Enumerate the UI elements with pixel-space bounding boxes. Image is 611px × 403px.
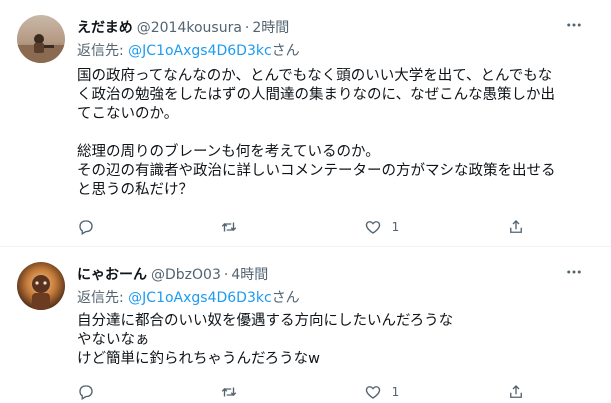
text-line: 国の政府ってなんなのか、とんでもなく頭のいい大学を出て、とんでもな: [77, 68, 553, 84]
share-icon: [510, 385, 522, 398]
tweet-2[interactable]: にゃおーん @DbzO03 · 4時間 返信先: @JC1oAxgs4D6D3k…: [0, 247, 611, 403]
handle[interactable]: @2014kousura: [137, 20, 242, 36]
reply-context: 返信先: @JC1oAxgs4D6D3kcさん: [77, 40, 300, 60]
text-line: やないなぁ: [77, 332, 150, 348]
tweet-1[interactable]: えだまめ @2014kousura · 2時間 返信先: @JC1oAxgs4D…: [0, 0, 611, 242]
reply-suffix: さん: [271, 43, 300, 59]
like-button[interactable]: 1: [364, 383, 404, 401]
timestamp[interactable]: 2時間: [252, 17, 289, 37]
text-line: てこないのか。: [77, 106, 179, 122]
like-icon: [365, 221, 380, 234]
tweet-actions: 1: [77, 383, 547, 401]
tweet-actions: 1: [77, 218, 547, 236]
text-line: 総理の周りのブレーンも何を考えているのか。: [77, 144, 380, 160]
reply-icon: [79, 385, 93, 400]
avatar[interactable]: [17, 262, 65, 310]
text-line: その辺の有識者や政治に詳しいコメンテーターの方がマシな政策を出せる: [77, 163, 556, 179]
tweet-text: 国の政府ってなんなのか、とんでもなく頭のいい大学を出て、とんでもな く政治の勉強…: [77, 67, 582, 200]
like-count: 1: [391, 385, 400, 399]
retweet-icon: [222, 222, 237, 232]
tweet-header: にゃおーん @DbzO03 · 4時間: [77, 264, 268, 284]
share-button[interactable]: [507, 383, 547, 401]
reply-suffix: さん: [271, 290, 300, 306]
reply-icon: [79, 220, 93, 235]
retweet-icon: [222, 387, 237, 397]
reply-mention[interactable]: @JC1oAxgs4D6D3kc: [128, 43, 272, 59]
reply-button[interactable]: [77, 218, 117, 236]
text-line: く政治の勉強をしたはずの人間達の集まりなのに、なぜこんな愚策しか出: [77, 87, 556, 103]
handle[interactable]: @DbzO03: [151, 267, 221, 283]
share-icon: [510, 220, 522, 233]
reply-context: 返信先: @JC1oAxgs4D6D3kcさん: [77, 287, 300, 307]
display-name[interactable]: えだまめ: [77, 17, 133, 37]
like-button[interactable]: 1: [364, 218, 404, 236]
avatar[interactable]: [17, 15, 65, 63]
reply-mention[interactable]: @JC1oAxgs4D6D3kc: [128, 290, 272, 306]
tweet-header: えだまめ @2014kousura · 2時間: [77, 17, 289, 37]
timestamp[interactable]: 4時間: [231, 264, 268, 284]
separator: ·: [244, 20, 250, 36]
share-button[interactable]: [507, 218, 547, 236]
text-line: と思うの私だけ？: [77, 182, 193, 198]
separator: ·: [223, 267, 229, 283]
more-icon[interactable]: [564, 15, 584, 35]
reply-prefix: 返信先:: [77, 290, 129, 306]
text-line: けど簡単に釣られちゃうんだろうなw: [77, 351, 320, 367]
text-line: [77, 124, 582, 143]
text-line: 自分達に都合のいい奴を優遇する方向にしたいんだろうな: [77, 313, 454, 329]
retweet-button[interactable]: [220, 218, 260, 236]
retweet-button[interactable]: [220, 383, 260, 401]
tweet-text: 自分達に都合のいい奴を優遇する方向にしたいんだろうな やないなぁ けど簡単に釣ら…: [77, 312, 582, 369]
reply-button[interactable]: [77, 383, 117, 401]
reply-prefix: 返信先:: [77, 43, 129, 59]
display-name[interactable]: にゃおーん: [77, 264, 147, 284]
more-icon[interactable]: [564, 262, 584, 282]
like-icon: [365, 386, 380, 399]
like-count: 1: [391, 220, 400, 234]
